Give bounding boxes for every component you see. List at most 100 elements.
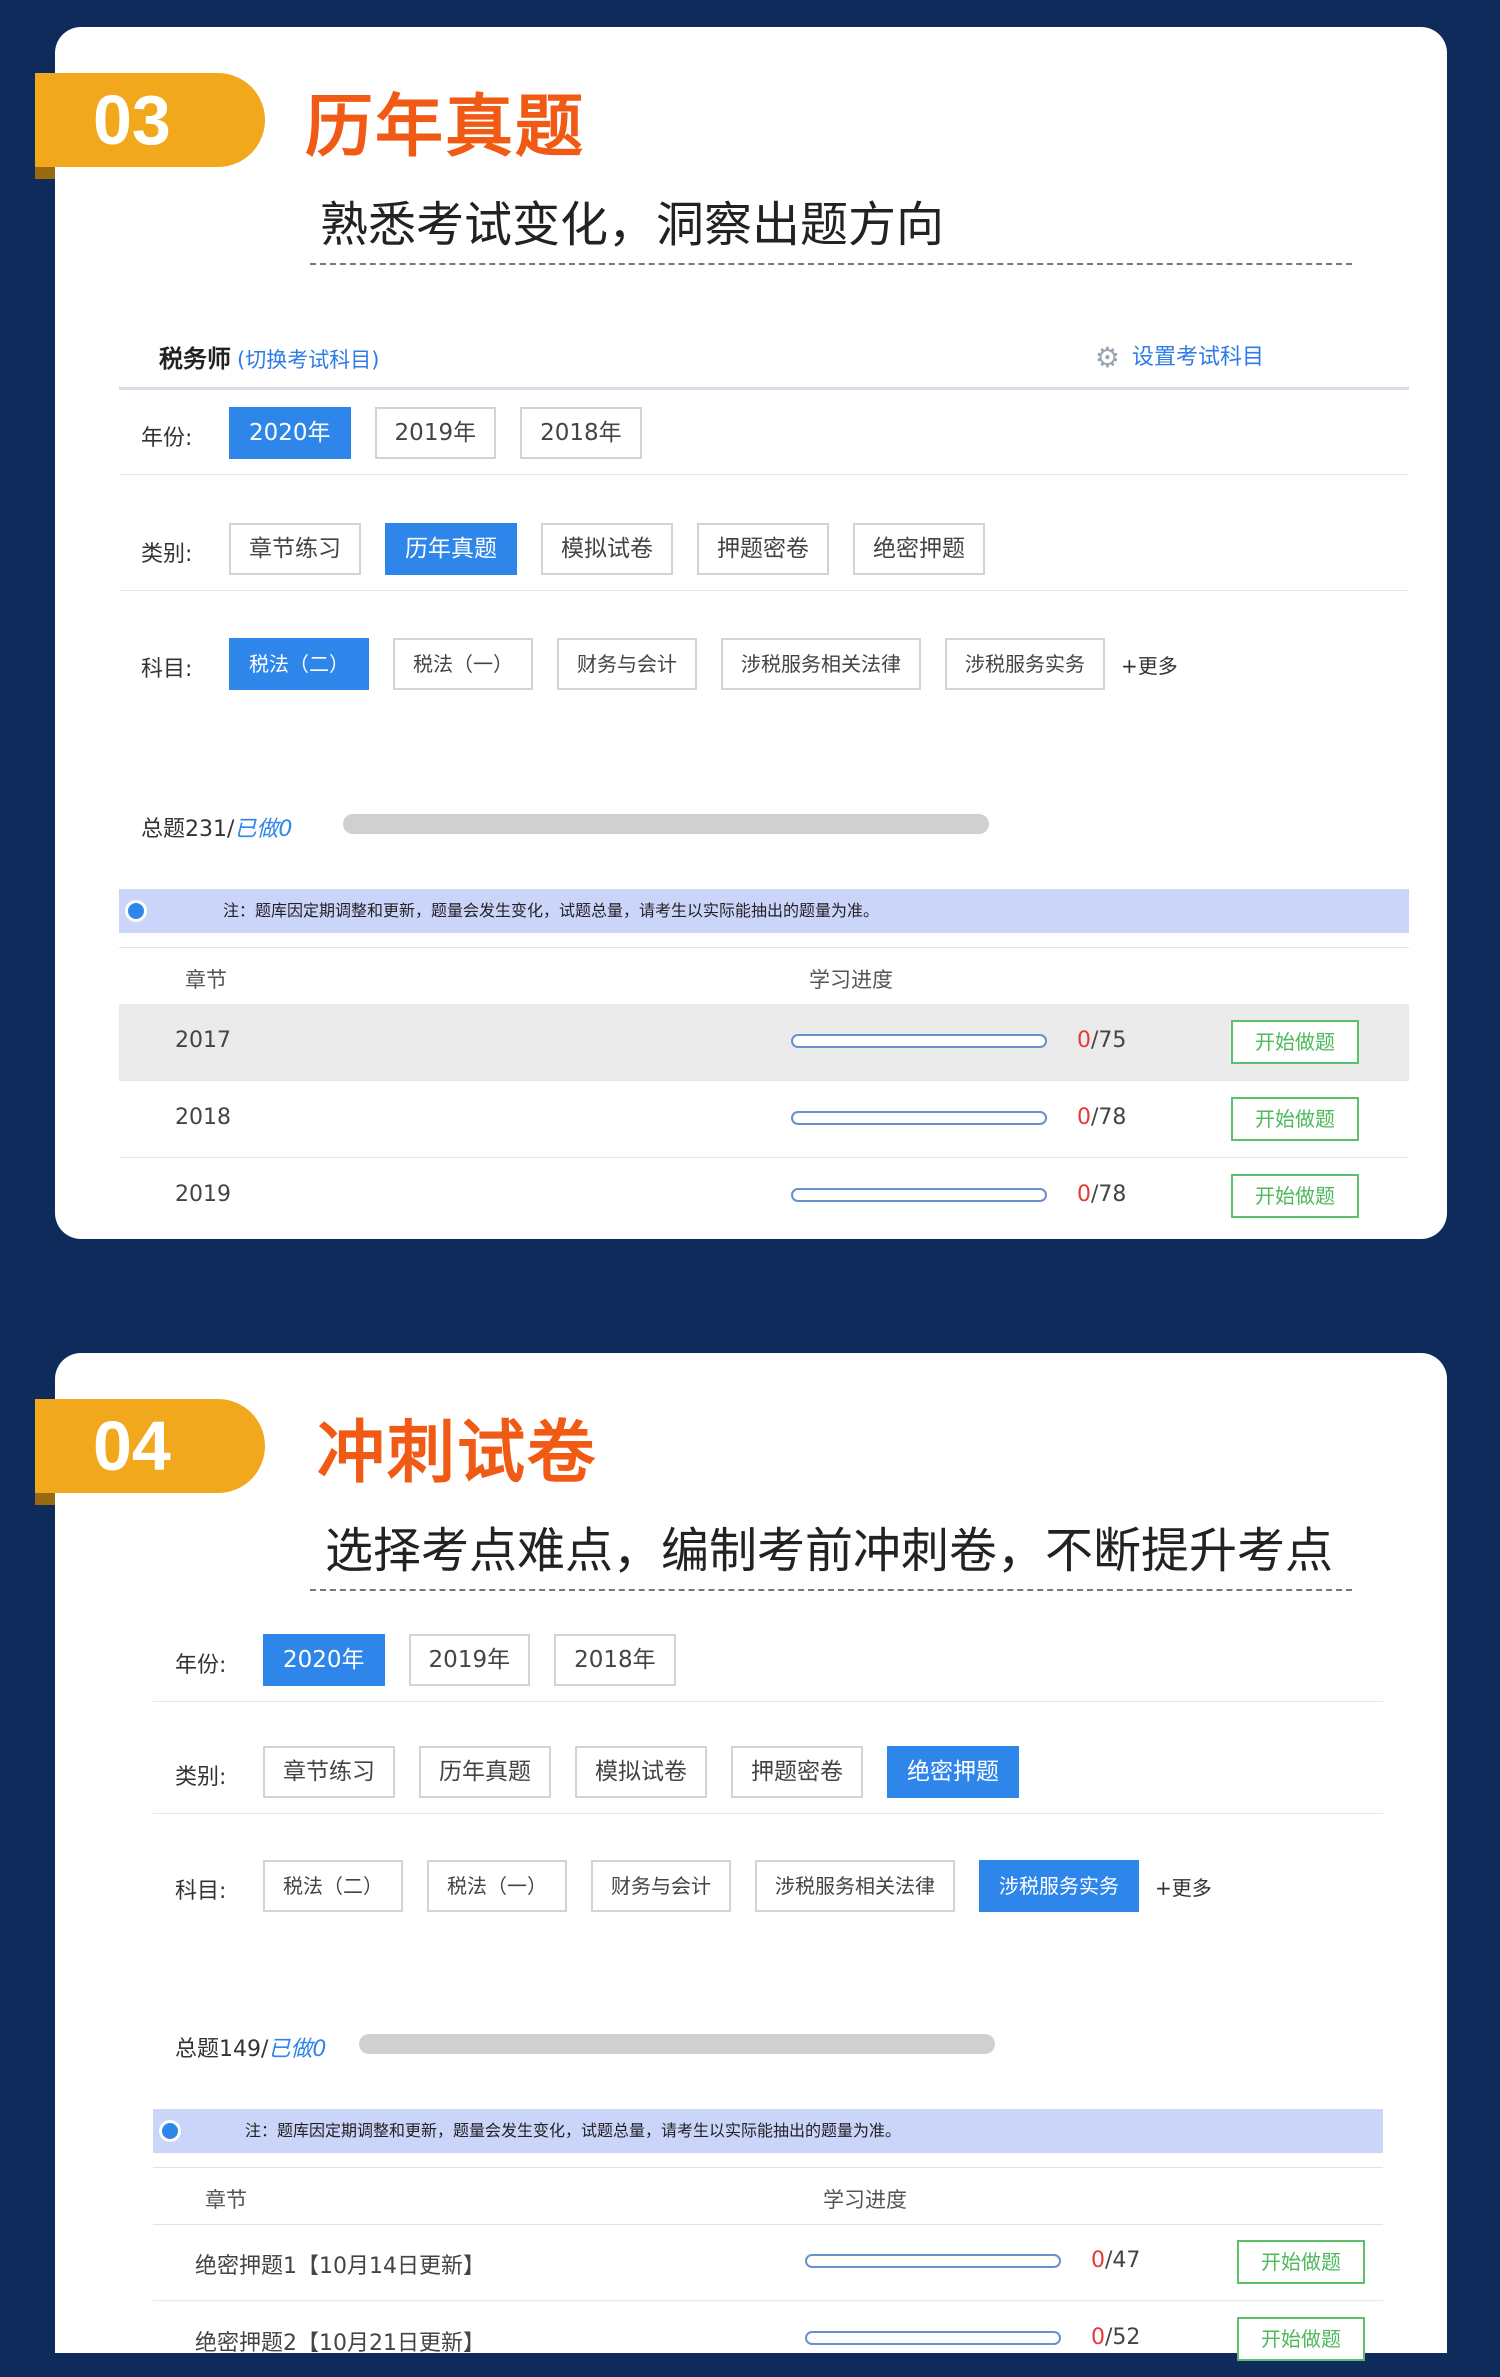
row-total: /78 bbox=[1091, 1105, 1127, 1130]
category-chip-selected[interactable]: 历年真题 bbox=[385, 523, 517, 575]
start-practice-button[interactable]: 开始做题 bbox=[1231, 1097, 1359, 1141]
total-count: 总题149/ bbox=[175, 2037, 269, 2062]
category-filter-row: 类别: 章节练习 历年真题 模拟试卷 押题密卷 绝密押题 bbox=[153, 1735, 1383, 1814]
overall-progress-bar bbox=[359, 2034, 995, 2054]
subject-chip[interactable]: 财务与会计 bbox=[557, 638, 697, 690]
col-progress: 学习进度 bbox=[809, 968, 893, 992]
section-sprint-papers: 04 冲刺试卷 选择考点难点，编制考前冲刺卷，不断提升考点 年份: 2020年 … bbox=[35, 1353, 1447, 2361]
subject-label: 科目: bbox=[141, 657, 193, 682]
col-chapter: 章节 bbox=[205, 2188, 247, 2212]
overall-progress-bar bbox=[343, 814, 989, 834]
total-questions: 总题231/已做0 bbox=[141, 811, 292, 843]
year-chip-2019[interactable]: 2019年 bbox=[374, 407, 497, 459]
year-chip-2020[interactable]: 2020年 bbox=[229, 407, 351, 459]
row-progress-bar bbox=[805, 2254, 1061, 2268]
category-chip[interactable]: 绝密押题 bbox=[853, 523, 985, 575]
row-count: 0/78 bbox=[1077, 1182, 1126, 1207]
section-number-badge: 03 bbox=[35, 73, 265, 179]
gear-icon: ⚙ bbox=[1094, 341, 1120, 374]
year-filter-row: 年份: 2020年 2019年 2018年 bbox=[119, 396, 1409, 475]
category-filter-row: 类别: 章节练习 历年真题 模拟试卷 押题密卷 绝密押题 bbox=[119, 512, 1409, 591]
subject-chip[interactable]: 税法（一） bbox=[393, 638, 533, 690]
settings-link[interactable]: ⚙ 设置考试科目 bbox=[1095, 339, 1264, 374]
start-practice-button[interactable]: 开始做题 bbox=[1237, 2240, 1365, 2284]
category-chip[interactable]: 模拟试卷 bbox=[541, 523, 673, 575]
row-name: 绝密押题1【10月14日更新】 bbox=[195, 2254, 485, 2279]
notice-text: 注：题库因定期调整和更新，题量会发生变化，试题总量，请考生以实际能抽出的题量为准… bbox=[223, 901, 880, 920]
subject-chip[interactable]: 涉税服务相关法律 bbox=[721, 638, 921, 690]
row-name: 2018 bbox=[175, 1105, 231, 1130]
row-total: /52 bbox=[1105, 2325, 1141, 2350]
category-chip[interactable]: 押题密卷 bbox=[697, 523, 829, 575]
total-questions: 总题149/已做0 bbox=[175, 2031, 326, 2063]
year-filter-row: 年份: 2020年 2019年 2018年 bbox=[153, 1623, 1383, 1702]
col-chapter: 章节 bbox=[185, 968, 227, 992]
subject-chip-selected[interactable]: 涉税服务实务 bbox=[979, 1860, 1139, 1912]
row-name: 绝密押题2【10月21日更新】 bbox=[195, 2331, 485, 2356]
more-subjects-link[interactable]: +更多 bbox=[1155, 1872, 1212, 1901]
start-practice-button[interactable]: 开始做题 bbox=[1237, 2317, 1365, 2361]
category-chip[interactable]: 章节练习 bbox=[263, 1746, 395, 1798]
row-count: 0/78 bbox=[1077, 1105, 1126, 1130]
divider bbox=[310, 263, 1352, 265]
exam-title: 税务师 bbox=[159, 345, 231, 373]
subject-chip[interactable]: 涉税服务实务 bbox=[945, 638, 1105, 690]
category-chip[interactable]: 押题密卷 bbox=[731, 1746, 863, 1798]
info-dot-icon bbox=[159, 2120, 181, 2142]
year-chip-2018[interactable]: 2018年 bbox=[554, 1634, 676, 1686]
section-number-badge: 04 bbox=[35, 1399, 265, 1505]
section-subtitle: 熟悉考试变化，洞察出题方向 bbox=[320, 197, 945, 253]
question-bank-panel: 税务师 (切换考试科目) ⚙ 设置考试科目 年份: 2020年 2019年 2018… bbox=[119, 317, 1409, 1218]
subject-chip[interactable]: 税法（二） bbox=[263, 1860, 403, 1912]
table-row: 2019 0/78 开始做题 bbox=[119, 1158, 1409, 1234]
subject-chip-selected[interactable]: 税法（二） bbox=[229, 638, 369, 690]
table-header: 章节 学习进度 bbox=[153, 2167, 1383, 2225]
row-done: 0 bbox=[1077, 1182, 1091, 1207]
year-label: 年份: bbox=[175, 1653, 227, 1678]
category-chip-selected[interactable]: 绝密押题 bbox=[887, 1746, 1019, 1798]
row-progress-bar bbox=[791, 1111, 1047, 1125]
row-total: /75 bbox=[1091, 1028, 1127, 1053]
start-practice-button[interactable]: 开始做题 bbox=[1231, 1174, 1359, 1218]
total-count: 总题231/ bbox=[141, 817, 235, 842]
row-done: 0 bbox=[1091, 2248, 1105, 2273]
done-count: 已做0 bbox=[268, 2037, 327, 2062]
start-practice-button[interactable]: 开始做题 bbox=[1231, 1020, 1359, 1064]
row-count: 0/47 bbox=[1091, 2248, 1140, 2273]
table-header: 章节 学习进度 bbox=[119, 947, 1409, 1005]
subject-filter-row: 科目: 税法（二） 税法（一） 财务与会计 涉税服务相关法律 涉税服务实务 +更… bbox=[119, 627, 1409, 705]
done-count: 已做0 bbox=[234, 817, 293, 842]
subject-chip[interactable]: 涉税服务相关法律 bbox=[755, 1860, 955, 1912]
row-done: 0 bbox=[1091, 2325, 1105, 2350]
col-progress: 学习进度 bbox=[823, 2188, 907, 2212]
category-chip[interactable]: 章节练习 bbox=[229, 523, 361, 575]
notice-bar: 注：题库因定期调整和更新，题量会发生变化，试题总量，请考生以实际能抽出的题量为准… bbox=[119, 889, 1409, 933]
year-chip-2020[interactable]: 2020年 bbox=[263, 1634, 385, 1686]
subject-chip[interactable]: 税法（一） bbox=[427, 1860, 567, 1912]
notice-bar: 注：题库因定期调整和更新，题量会发生变化，试题总量，请考生以实际能抽出的题量为准… bbox=[153, 2109, 1383, 2153]
row-progress-bar bbox=[805, 2331, 1061, 2345]
section-history-exams: 03 历年真题 熟悉考试变化，洞察出题方向 税务师 (切换考试科目) ⚙ 设置考试科… bbox=[35, 27, 1447, 1239]
section-subtitle: 选择考点难点，编制考前冲刺卷，不断提升考点 bbox=[325, 1523, 1334, 1579]
year-chip-2018[interactable]: 2018年 bbox=[520, 407, 642, 459]
row-done: 0 bbox=[1077, 1028, 1091, 1053]
year-label: 年份: bbox=[141, 426, 193, 451]
table-row: 2017 0/75 开始做题 bbox=[119, 1004, 1409, 1081]
more-subjects-link[interactable]: +更多 bbox=[1121, 650, 1178, 679]
category-chip[interactable]: 历年真题 bbox=[419, 1746, 551, 1798]
section-title: 冲刺试卷 bbox=[317, 1414, 598, 1493]
subject-chip[interactable]: 财务与会计 bbox=[591, 1860, 731, 1912]
subject-label: 科目: bbox=[175, 1879, 227, 1904]
notice-text: 注：题库因定期调整和更新，题量会发生变化，试题总量，请考生以实际能抽出的题量为准… bbox=[245, 2121, 902, 2140]
category-label: 类别: bbox=[141, 542, 193, 567]
table-row: 绝密押题2【10月21日更新】 0/52 开始做题 bbox=[153, 2301, 1383, 2377]
category-chip[interactable]: 模拟试卷 bbox=[575, 1746, 707, 1798]
row-progress-bar bbox=[791, 1034, 1047, 1048]
table-row: 绝密押题1【10月14日更新】 0/47 开始做题 bbox=[153, 2224, 1383, 2301]
switch-exam-link[interactable]: (切换考试科目) bbox=[237, 348, 379, 372]
year-chip-2019[interactable]: 2019年 bbox=[408, 1634, 531, 1686]
section-title: 历年真题 bbox=[305, 88, 586, 167]
settings-label: 设置考试科目 bbox=[1131, 345, 1264, 370]
divider bbox=[310, 1589, 1352, 1591]
row-progress-bar bbox=[791, 1188, 1047, 1202]
